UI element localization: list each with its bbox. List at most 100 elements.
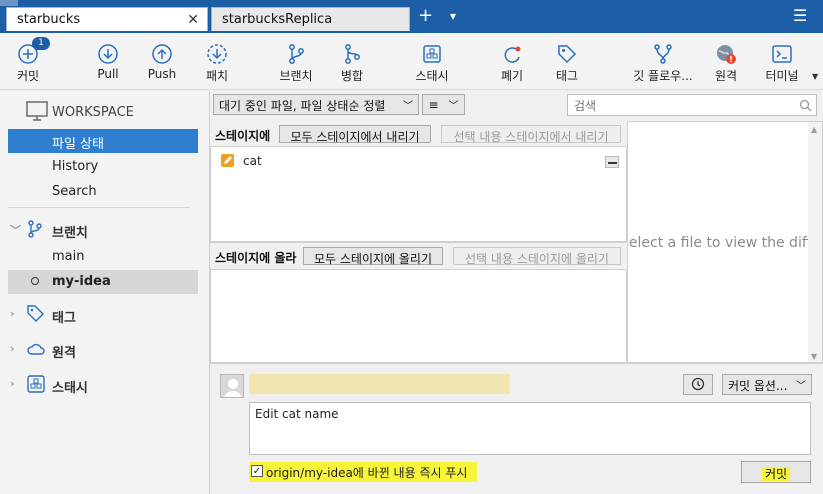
cloud-icon [26, 339, 46, 363]
list-icon: ≡ [428, 98, 439, 112]
close-icon[interactable]: ✕ [187, 12, 199, 28]
stash-label: 스태시 [415, 69, 449, 83]
scroll-down-icon[interactable]: ▼ [811, 352, 817, 361]
unstage-file-icon[interactable] [605, 156, 619, 168]
search-input[interactable] [572, 96, 796, 116]
monitor-icon [26, 101, 48, 124]
app-logo [0, 0, 18, 6]
git-flow-button[interactable]: 깃 플로우... [628, 35, 698, 92]
unstage-selected-button[interactable]: 선택 내용 스테이지에서 내리기 [441, 125, 621, 144]
branch-label: my-idea [52, 274, 111, 289]
discard-label: 폐기 [500, 69, 524, 83]
sidebar-section-tags[interactable]: › 태그 [8, 302, 208, 328]
discard-icon [504, 46, 521, 63]
pull-button[interactable]: Pull [86, 35, 130, 92]
sidebar-item-branch-my-idea[interactable]: my-idea [8, 270, 198, 294]
tag-button[interactable]: 태그 [545, 35, 589, 92]
commit-options-label: 커밋 옵션... [728, 379, 788, 393]
sidebar-section-remotes[interactable]: › 원격 [8, 337, 208, 363]
push-button[interactable]: Push [140, 35, 184, 92]
sidebar-item-file-status[interactable]: 파일 상태 [8, 129, 198, 153]
commit-submit-button[interactable]: 커밋 [741, 461, 811, 483]
sidebar-section-stashes[interactable]: › 스태시 [8, 372, 208, 398]
sidebar-item-branch-main[interactable]: main [8, 245, 198, 269]
toolbar-overflow-icon[interactable]: ▼ [812, 72, 818, 81]
commit-message-input[interactable]: Edit cat name [249, 402, 811, 455]
stage-all-button[interactable]: 모두 스테이지에 올리기 [303, 247, 443, 266]
workspace-header: WORKSPACE [52, 105, 134, 120]
stash-icon [423, 45, 441, 63]
branch-label: 브랜치 [279, 69, 313, 83]
diff-placeholder: Select a file to view the diff [627, 235, 812, 251]
stashes-header: 스태시 [52, 381, 88, 396]
globe-icon [717, 45, 736, 64]
stash-button[interactable]: 스태시 [406, 35, 458, 92]
chevron-down-icon: ﹀ [796, 381, 806, 392]
commit-badge: 1 [32, 37, 50, 50]
scroll-up-icon[interactable]: ▲ [811, 125, 817, 134]
unstaged-header: 스테이지에 올라 [215, 251, 297, 265]
branches-header: 브랜치 [52, 226, 88, 241]
staged-header: 스테이지에 [215, 129, 271, 143]
patch-button[interactable]: 패치 [195, 35, 239, 92]
push-checkbox[interactable]: ✓ [251, 465, 263, 477]
merge-icon [345, 44, 360, 64]
tag-icon [26, 304, 46, 328]
tags-header: 태그 [52, 311, 76, 326]
patch-icon [207, 44, 227, 64]
staged-file-row[interactable]: cat [212, 150, 625, 172]
branch-icon [289, 44, 304, 64]
tab-label: starbucksReplica [222, 12, 333, 27]
modified-icon [221, 154, 234, 167]
author-field-redacted [249, 374, 510, 394]
discard-button[interactable]: 폐기 [490, 35, 534, 92]
chevron-right-icon: › [10, 342, 15, 355]
git-flow-icon [654, 44, 672, 64]
unstaged-file-list [210, 270, 627, 363]
terminal-label: 터미널 [765, 69, 799, 83]
file-sort-label: 대기 중인 파일, 파일 상태순 정렬 [219, 99, 386, 113]
sidebar-item-search[interactable]: Search [8, 180, 198, 204]
terminal-button[interactable]: 터미널 [758, 35, 806, 92]
search-icon [799, 99, 812, 112]
chevron-right-icon: › [10, 377, 15, 390]
patch-label: 패치 [205, 69, 229, 83]
remotes-header: 원격 [52, 346, 76, 361]
tag-icon [558, 45, 577, 64]
merge-button[interactable]: 병합 [330, 35, 374, 92]
current-branch-icon [31, 277, 39, 285]
search-box[interactable] [567, 94, 817, 116]
tab-dropdown-icon[interactable]: ▾ [450, 9, 456, 23]
scrollbar[interactable]: ▲ ▼ [808, 122, 822, 362]
merge-label: 병합 [340, 69, 364, 83]
chevron-down-icon: ﹀ [403, 101, 413, 112]
remote-button[interactable]: 원격 [704, 35, 748, 92]
file-sort-dropdown[interactable]: 대기 중인 파일, 파일 상태순 정렬 ﹀ [213, 94, 419, 115]
sidebar-section-branches[interactable]: ﹀ 브랜치 [8, 217, 208, 243]
commit-options-dropdown[interactable]: 커밋 옵션... ﹀ [722, 374, 812, 395]
commit-submit-label: 커밋 [761, 467, 791, 481]
diff-pane: Select a file to view the diff ▲ ▼ [627, 121, 823, 363]
chevron-down-icon: ﹀ [448, 101, 459, 112]
remote-label: 원격 [714, 69, 738, 83]
stage-selected-button[interactable]: 선택 내용 스테이지에 올리기 [453, 247, 621, 266]
git-flow-label: 깃 플로우... [633, 69, 693, 83]
tab-starbucksreplica[interactable]: starbucksReplica [211, 7, 410, 31]
sidebar-divider [8, 207, 190, 208]
terminal-icon [772, 45, 792, 63]
arrow-up-circle-icon [152, 44, 172, 64]
chevron-down-icon: ﹀ [10, 224, 21, 237]
commit-label: 커밋 [16, 69, 40, 83]
tab-starbucks[interactable]: starbucks ✕ [6, 7, 208, 31]
unstage-all-button[interactable]: 모두 스테이지에서 내리기 [279, 125, 431, 144]
sidebar-item-history[interactable]: History [8, 155, 198, 179]
window-menu-icon[interactable]: ☰ [793, 6, 807, 25]
add-tab-icon[interactable]: + [418, 5, 433, 26]
branch-icon [26, 219, 44, 243]
stash-icon [26, 374, 46, 398]
history-button[interactable] [683, 374, 713, 395]
list-view-dropdown[interactable]: ≡ ﹀ [422, 94, 465, 115]
pull-label: Pull [97, 67, 119, 81]
avatar [220, 374, 244, 398]
branch-button[interactable]: 브랜치 [274, 35, 318, 92]
